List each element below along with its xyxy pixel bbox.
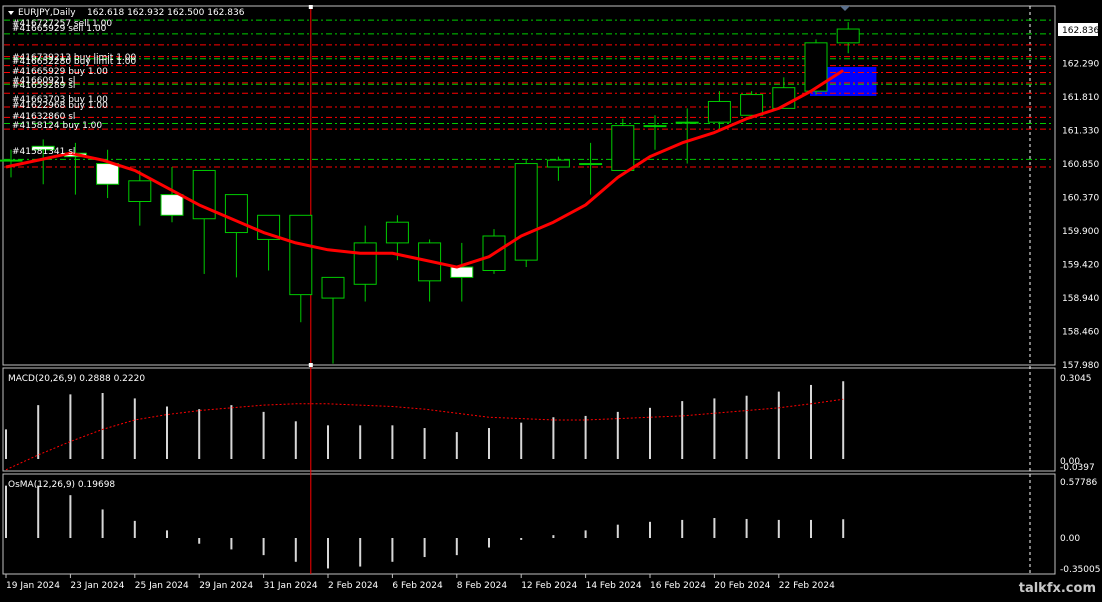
date-tick-label: 29 Jan 2024 bbox=[199, 581, 253, 591]
order-label[interactable]: #4158124 buy 1.00 bbox=[12, 121, 102, 131]
order-label[interactable]: #41622968 buy 1.00 bbox=[12, 101, 108, 111]
chart-window[interactable]: #416727257 sell 1.00 #41665929 sell 1.00 #… bbox=[0, 0, 1102, 598]
price-tick-label: 159.420 bbox=[1062, 261, 1099, 271]
chart-shift-icon[interactable] bbox=[840, 6, 850, 11]
date-tick-label: 16 Feb 2024 bbox=[650, 581, 706, 591]
date-tick-label: 31 Jan 2024 bbox=[264, 581, 318, 591]
order-label[interactable]: #41659289 sl bbox=[12, 81, 75, 91]
macd-pane-frame bbox=[2, 367, 1056, 472]
osma-title: OsMA(12,26,9) 0.19698 bbox=[8, 480, 115, 490]
macd-tick-label: 0.3045 bbox=[1060, 374, 1092, 384]
vertical-marker-handle-bottom[interactable] bbox=[308, 363, 313, 367]
candle-body[interactable] bbox=[160, 194, 184, 216]
candle-body[interactable] bbox=[707, 100, 731, 123]
chart-canvas[interactable]: #416727257 sell 1.00#41665929 sell 1.00#… bbox=[0, 0, 1102, 598]
macd-title: MACD(20,26,9) 0.2888 0.2220 bbox=[8, 374, 145, 384]
order-label[interactable]: #41581341 sl bbox=[12, 147, 75, 157]
candle-body[interactable] bbox=[321, 276, 345, 299]
candle-body[interactable] bbox=[289, 214, 313, 296]
macd-tick-label: -0.0397 bbox=[1060, 463, 1095, 473]
symbol-menu-icon[interactable] bbox=[8, 11, 14, 15]
price-tick-label: 158.940 bbox=[1062, 294, 1099, 304]
candle-body[interactable] bbox=[546, 159, 570, 168]
date-tick-label: 19 Jan 2024 bbox=[6, 581, 60, 591]
watermark: talkfx.com bbox=[1019, 581, 1096, 596]
symbol-timeframe: EURJPY,Daily bbox=[18, 8, 76, 18]
price-tick-label: 157.980 bbox=[1062, 361, 1099, 371]
candle-body[interactable] bbox=[128, 180, 152, 203]
price-tick-label: 158.460 bbox=[1062, 328, 1099, 338]
candle-body[interactable] bbox=[353, 242, 377, 285]
candle-body[interactable] bbox=[579, 163, 603, 166]
candle-body[interactable] bbox=[675, 121, 699, 124]
candle-body[interactable] bbox=[224, 194, 248, 234]
osma-tick-label: 0.57786 bbox=[1060, 478, 1097, 488]
price-tick-label: 160.850 bbox=[1062, 160, 1099, 170]
date-tick-label: 23 Jan 2024 bbox=[70, 581, 124, 591]
candle-body[interactable] bbox=[643, 125, 667, 128]
date-tick-label: 25 Jan 2024 bbox=[135, 581, 189, 591]
osma-tick-label: -0.35005 bbox=[1060, 565, 1100, 575]
date-tick-label: 12 Feb 2024 bbox=[521, 581, 577, 591]
date-tick-label: 8 Feb 2024 bbox=[457, 581, 508, 591]
date-tick-label: 22 Feb 2024 bbox=[779, 581, 835, 591]
candle-body[interactable] bbox=[96, 163, 120, 185]
candle-body[interactable] bbox=[740, 94, 764, 116]
candle-body[interactable] bbox=[836, 28, 860, 44]
candle-body[interactable] bbox=[611, 125, 635, 171]
candle-body[interactable] bbox=[0, 159, 23, 162]
date-tick-label: 6 Feb 2024 bbox=[392, 581, 443, 591]
osma-tick-label: 0.00 bbox=[1060, 534, 1080, 544]
candle-body[interactable] bbox=[450, 266, 474, 278]
date-tick-label: 2 Feb 2024 bbox=[328, 581, 379, 591]
order-label[interactable]: #41665929 sell 1.00 bbox=[12, 24, 107, 34]
order-label[interactable]: #416652280 buy limit 1.00 bbox=[12, 57, 137, 67]
price-tick-label: 162.290 bbox=[1062, 60, 1099, 70]
vertical-marker-handle-top[interactable] bbox=[308, 5, 313, 9]
price-tick-label: 161.810 bbox=[1062, 93, 1099, 103]
osma-pane-frame bbox=[2, 473, 1056, 575]
date-tick-label: 14 Feb 2024 bbox=[586, 581, 642, 591]
price-tick-label: 161.330 bbox=[1062, 127, 1099, 137]
current-price-label: 162.836 bbox=[1062, 26, 1099, 36]
ohlc-readout: 162.618 162.932 162.500 162.836 bbox=[87, 8, 245, 18]
date-tick-label: 20 Feb 2024 bbox=[714, 581, 770, 591]
price-tick-label: 159.900 bbox=[1062, 227, 1099, 237]
price-tick-label: 160.370 bbox=[1062, 194, 1099, 204]
moving-average-line bbox=[5, 69, 845, 269]
candle-body[interactable] bbox=[385, 221, 409, 244]
candle-body[interactable] bbox=[514, 163, 538, 261]
